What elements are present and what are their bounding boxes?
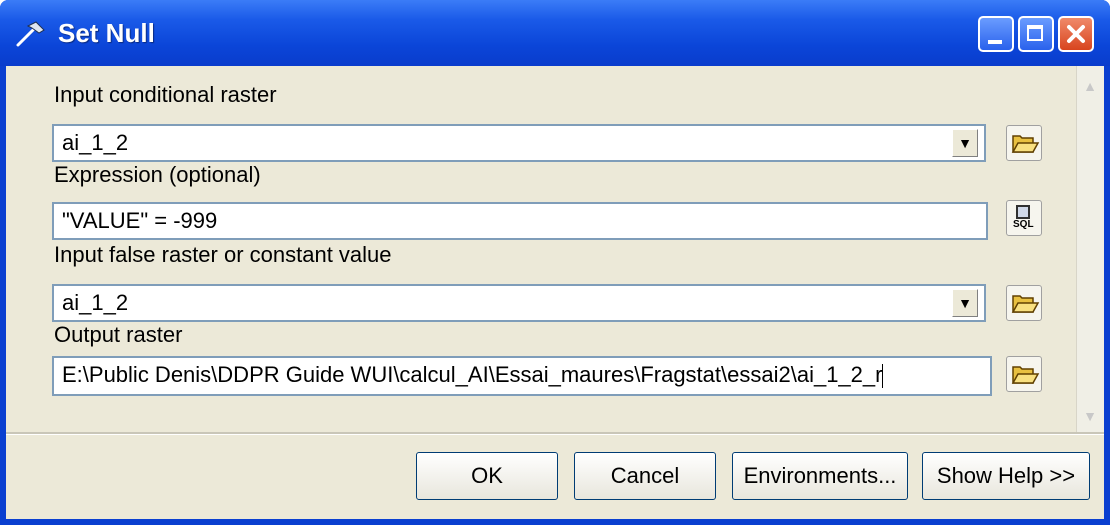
- input-conditional-raster-dropdown[interactable]: ▼: [952, 129, 978, 157]
- sql-query-builder-button[interactable]: SQL: [1006, 200, 1042, 236]
- input-false-raster-value: ai_1_2: [62, 290, 129, 315]
- title-bar[interactable]: Set Null: [0, 0, 1110, 66]
- close-icon: [1067, 25, 1085, 43]
- browse-input-false-raster-button[interactable]: [1006, 285, 1042, 321]
- ok-button[interactable]: OK: [416, 452, 558, 500]
- expression-label: Expression (optional): [54, 162, 261, 187]
- open-folder-icon: [1011, 295, 1040, 313]
- expression-input[interactable]: "VALUE" = -999: [52, 202, 988, 240]
- expression-value: "VALUE" = -999: [62, 208, 218, 233]
- input-conditional-raster-label: Input conditional raster: [54, 82, 277, 107]
- chevron-down-icon: ▼: [958, 295, 972, 311]
- button-bar-divider: [6, 432, 1104, 435]
- output-raster-value: E:\Public Denis\DDPR Guide WUI\calcul_AI…: [62, 362, 883, 387]
- input-conditional-raster-value: ai_1_2: [62, 130, 129, 155]
- sql-icon: SQL: [1013, 205, 1035, 231]
- minimize-icon: [988, 40, 1002, 44]
- vertical-scrollbar[interactable]: ▲ ▼: [1076, 66, 1104, 432]
- show-help-button[interactable]: Show Help >>: [922, 452, 1090, 500]
- text-cursor: [882, 364, 884, 389]
- scroll-up-icon[interactable]: ▲: [1080, 76, 1100, 96]
- maximize-icon: [1027, 25, 1043, 41]
- scroll-down-icon[interactable]: ▼: [1080, 406, 1100, 426]
- parameters-panel: Input conditional raster ai_1_2 ▼ Expres…: [6, 66, 1076, 432]
- chevron-down-icon: ▼: [958, 135, 972, 151]
- set-null-window: Set Null Input conditional raster ai_1_2…: [0, 0, 1110, 525]
- input-false-raster-dropdown[interactable]: ▼: [952, 289, 978, 317]
- environments-button[interactable]: Environments...: [732, 452, 908, 500]
- input-conditional-raster-combo[interactable]: ai_1_2: [52, 124, 986, 162]
- output-raster-label: Output raster: [54, 322, 183, 347]
- output-raster-input[interactable]: E:\Public Denis\DDPR Guide WUI\calcul_AI…: [52, 356, 992, 396]
- hammer-icon: [16, 21, 45, 47]
- browse-output-raster-button[interactable]: [1006, 356, 1042, 392]
- sql-icon-text: SQL: [1013, 219, 1034, 230]
- minimize-button[interactable]: [978, 16, 1014, 52]
- window-title: Set Null: [58, 18, 155, 48]
- input-false-raster-combo[interactable]: ai_1_2: [52, 284, 986, 322]
- maximize-button[interactable]: [1018, 16, 1054, 52]
- cancel-button[interactable]: Cancel: [574, 452, 716, 500]
- dialog-body: Input conditional raster ai_1_2 ▼ Expres…: [6, 66, 1104, 519]
- open-folder-icon: [1011, 366, 1040, 384]
- open-folder-icon: [1011, 135, 1040, 153]
- browse-input-conditional-raster-button[interactable]: [1006, 125, 1042, 161]
- close-button[interactable]: [1058, 16, 1094, 52]
- input-false-raster-label: Input false raster or constant value: [54, 242, 392, 267]
